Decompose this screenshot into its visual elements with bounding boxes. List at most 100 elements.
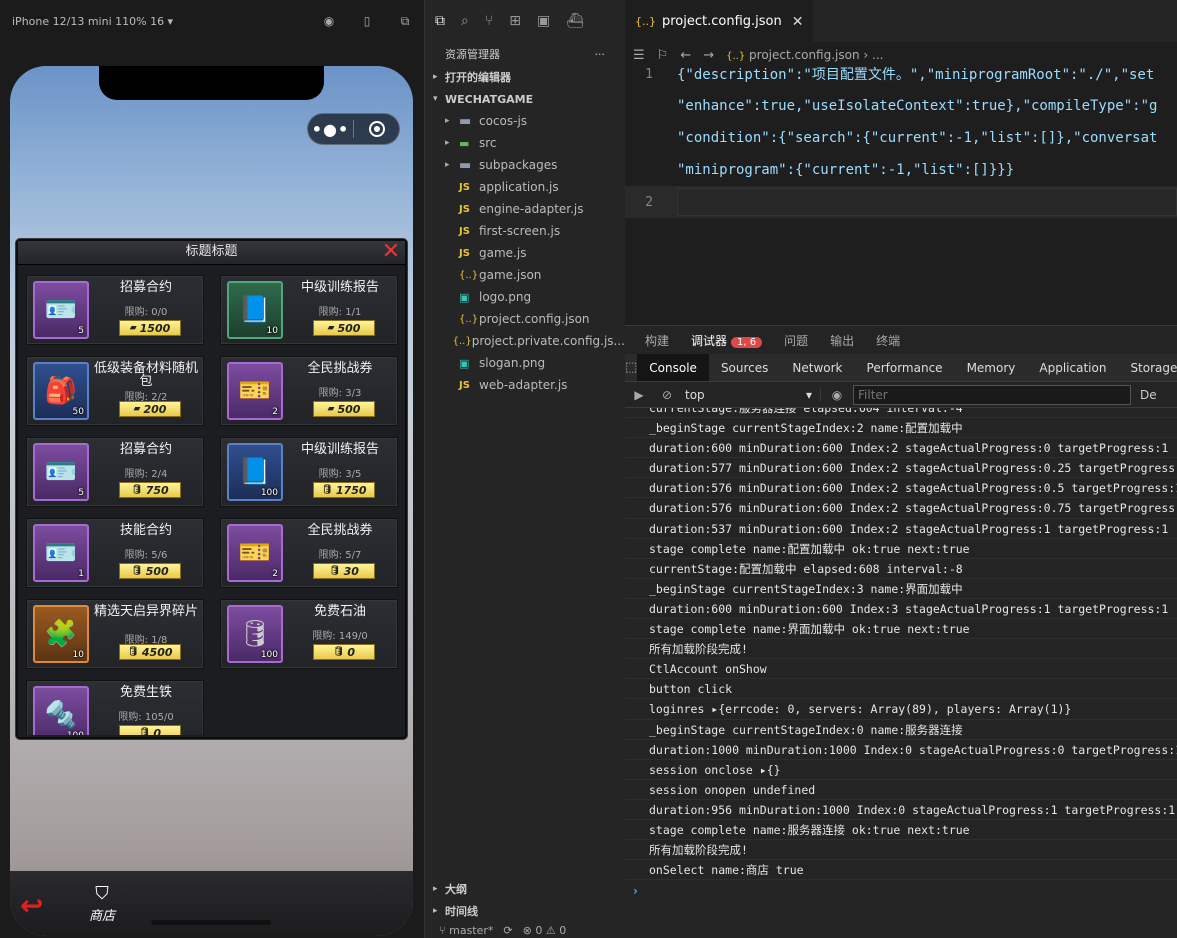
inspect-icon[interactable]: ⬚ — [625, 354, 637, 381]
window-icon[interactable]: ⧉ — [398, 14, 412, 28]
item-count: 5 — [78, 326, 84, 336]
price-button[interactable]: ▰ 200 — [119, 401, 181, 417]
debug-panel: 构建 调试器 1, 6 问题 输出 终端 ⬚ Console Sources Ne… — [625, 325, 1177, 938]
tab-problems[interactable]: 问题 — [784, 332, 808, 349]
price-button[interactable]: 🛢 0 — [119, 725, 181, 735]
file-tree-item[interactable]: JS first-screen.js — [425, 220, 625, 242]
price-button[interactable]: ▰ 500 — [313, 320, 375, 336]
project-section[interactable]: ▾ WECHATGAME — [425, 88, 625, 110]
shop-item[interactable]: 🛢 100 免费石油 限购: 149/0 🛢 0 — [220, 599, 398, 669]
tab-project-config[interactable]: {..} project.config.json ✕ — [625, 0, 814, 42]
tab-debugger[interactable]: 调试器 1, 6 — [691, 332, 763, 349]
price-button[interactable]: 🛢 4500 — [119, 644, 181, 660]
more-icon[interactable]: •●• — [308, 120, 353, 139]
device-selector[interactable]: iPhone 12/13 mini 110% 16 ▾ — [12, 15, 298, 28]
file-tree-item[interactable]: ▸ ▬ cocos-js — [425, 110, 625, 132]
file-tree-item[interactable]: JS application.js — [425, 176, 625, 198]
js-file-icon: JS — [459, 247, 470, 259]
price-button[interactable]: ▰ 1500 — [119, 320, 181, 336]
file-tree-item[interactable]: JS game.js — [425, 242, 625, 264]
branch-status[interactable]: ⑂ master* — [439, 924, 493, 937]
tab-performance[interactable]: Performance — [855, 354, 955, 381]
tab-terminal[interactable]: 终端 — [876, 332, 900, 349]
chevron-right-icon: ▸ — [445, 116, 450, 126]
console-toolbar: ▶ ⊘ top▾ ◉ De — [625, 382, 1177, 408]
open-editors-section[interactable]: ▸ 打开的编辑器 — [425, 66, 625, 88]
price-button[interactable]: 🛢 750 — [119, 482, 181, 498]
source-control-icon[interactable]: ⑂ — [485, 13, 493, 29]
shop-item[interactable]: 🪪 5 招募合约 限购: 2/4 🛢 750 — [26, 437, 204, 507]
shop-item[interactable]: 🎫 2 全民挑战券 限购: 5/7 🛢 30 — [220, 518, 398, 588]
storage-icon[interactable]: ▣ — [537, 13, 550, 29]
price-button[interactable]: ▰ 500 — [313, 401, 375, 417]
item-name: 全民挑战券 — [307, 361, 373, 376]
file-tree-item[interactable]: JS web-adapter.js — [425, 374, 625, 396]
close-tab-icon[interactable]: ✕ — [792, 14, 804, 30]
back-arrow-icon[interactable]: ↩ — [20, 889, 43, 922]
file-tree-item[interactable]: {..} project.config.json — [425, 308, 625, 330]
shop-item[interactable]: 🔩100 免费生铁限购: 105/0 🛢0 — [26, 680, 204, 735]
shop-item[interactable]: 📘 100 中级训练报告 限购: 3/5 🛢 1750 — [220, 437, 398, 507]
price-button[interactable]: 🛢 1750 — [313, 482, 375, 498]
price-button[interactable]: 🛢 0 — [313, 644, 375, 660]
file-tree-item[interactable]: {..} project.private.config.js... — [425, 330, 625, 352]
code-line-1-wrap-1[interactable]: "enhance":true,"useIsolateContext":true}… — [625, 90, 1177, 122]
extensions-icon[interactable]: ⊞ — [509, 13, 521, 29]
item-name: 中级训练报告 — [300, 442, 379, 457]
file-tree-item[interactable]: ▸ ▬ subpackages — [425, 154, 625, 176]
price-button[interactable]: 🛢 500 — [119, 563, 181, 579]
console-prompt[interactable]: › — [633, 884, 638, 898]
code-line-1[interactable]: 1 {"description":"项目配置文件。","miniprogramR… — [625, 58, 1177, 90]
phone-icon[interactable]: ▯ — [360, 14, 374, 28]
timeline-section[interactable]: ▸ 时间线 — [425, 900, 625, 922]
docker-icon[interactable]: ⛴ — [566, 13, 584, 29]
sync-icon[interactable]: ⟳ — [503, 924, 512, 937]
shop-item[interactable]: 📘 10 中级训练报告 限购: 1/1 ▰ 500 — [220, 275, 398, 345]
record-icon[interactable]: ◉ — [322, 14, 336, 28]
filter-input[interactable] — [853, 384, 1131, 405]
tab-sources[interactable]: Sources — [709, 354, 780, 381]
file-tree-item[interactable]: ▣ slogan.png — [425, 352, 625, 374]
iron-bar-icon: ▰ — [327, 404, 335, 414]
file-tree-item[interactable]: ▣ logo.png — [425, 286, 625, 308]
more-actions-icon[interactable]: ··· — [595, 48, 606, 61]
code-line-1-wrap-2[interactable]: "condition":{"search":{"current":-1,"lis… — [625, 122, 1177, 154]
shop-button[interactable]: ⛉ 商店 — [82, 883, 122, 924]
file-tree-item[interactable]: ▸ ▬ src — [425, 132, 625, 154]
tab-network[interactable]: Network — [780, 354, 854, 381]
tab-storage[interactable]: Storage — [1118, 354, 1177, 381]
console-log-line: CtlAccount onShow — [625, 659, 1177, 680]
close-miniprogram-icon[interactable] — [354, 121, 399, 137]
close-icon[interactable]: ✕ — [381, 241, 401, 263]
eye-icon[interactable]: ◉ — [821, 388, 853, 402]
files-icon[interactable]: ⧉ — [435, 13, 445, 29]
price-button[interactable]: 🛢 30 — [313, 563, 375, 579]
tab-output[interactable]: 输出 — [830, 332, 854, 349]
file-tree-item[interactable]: JS engine-adapter.js — [425, 198, 625, 220]
shop-item[interactable]: 🧩 10 精选天启异界碎片 限购: 1/8 🛢 4500 — [26, 599, 204, 669]
tab-console[interactable]: Console — [637, 354, 709, 381]
outline-section[interactable]: ▸ 大纲 — [425, 878, 625, 900]
shop-item[interactable]: 🪪 5 招募合约 限购: 0/0 ▰ 1500 — [26, 275, 204, 345]
sidebar-toggle-icon[interactable]: ▶ — [625, 388, 653, 402]
code-line-1-wrap-3[interactable]: "miniprogram":{"current":-1,"list":[]}}} — [625, 154, 1177, 186]
json-file-icon: {..} — [452, 335, 472, 347]
js-file-icon: JS — [459, 203, 470, 215]
code-line-2[interactable]: 2 — [625, 186, 1177, 218]
problems-status[interactable]: ⊗ 0 ⚠ 0 — [523, 924, 567, 937]
tab-memory[interactable]: Memory — [955, 354, 1028, 381]
log-levels-selector[interactable]: De — [1140, 388, 1157, 402]
tab-application[interactable]: Application — [1027, 354, 1118, 381]
file-tree-item[interactable]: {..} game.json — [425, 264, 625, 286]
shop-item[interactable]: 🎫 2 全民挑战券 限购: 3/3 ▰ 500 — [220, 356, 398, 426]
shop-item[interactable]: 🪪 1 技能合约 限购: 5/6 🛢 500 — [26, 518, 204, 588]
simulator-toolbar: iPhone 12/13 mini 110% 16 ▾ ◉ ▯ ⧉ — [0, 0, 424, 42]
image-file-icon: ▣ — [459, 290, 470, 304]
shop-item[interactable]: 🎒 50 低级装备材料随机包 限购: 2/2 ▰ 200 — [26, 356, 204, 426]
panel-title: 标题标题 — [18, 241, 405, 265]
clear-console-icon[interactable]: ⊘ — [653, 388, 681, 402]
folder-icon: ▬ — [459, 113, 472, 129]
context-selector[interactable]: top ▾ — [681, 387, 821, 402]
tab-build[interactable]: 构建 — [645, 332, 669, 349]
search-icon[interactable]: ⌕ — [461, 13, 469, 29]
